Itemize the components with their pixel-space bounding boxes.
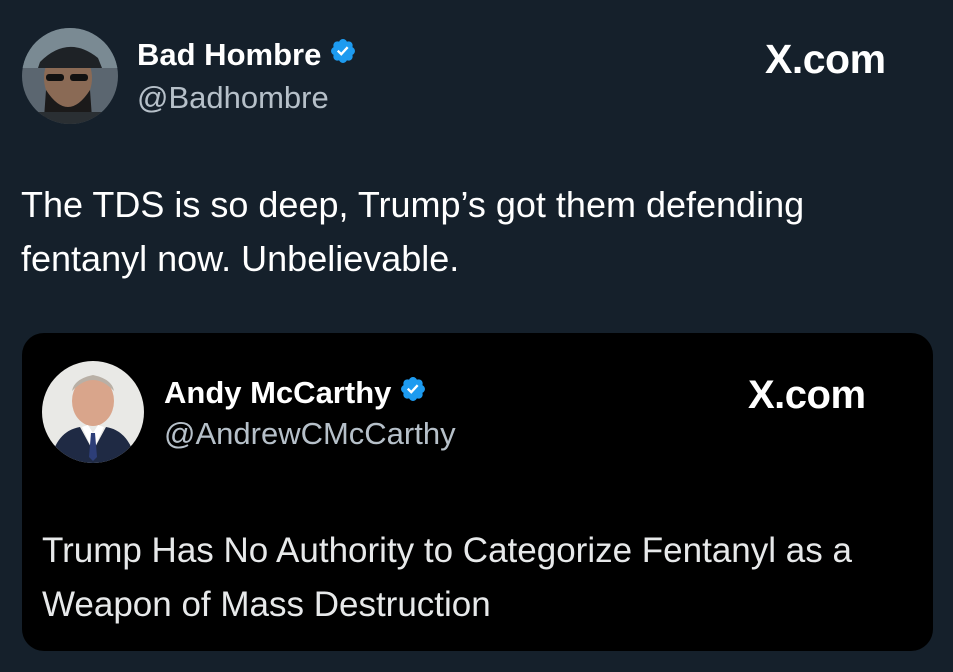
tweet-text: The TDS is so deep, Trump’s got them def… <box>21 184 805 279</box>
quoted-author-handle[interactable]: @AndrewCMcCarthy <box>164 416 456 452</box>
author-handle[interactable]: @Badhombre <box>137 80 329 116</box>
quoted-author-display-name[interactable]: Andy McCarthy <box>164 375 391 411</box>
quoted-tweet-card[interactable]: Andy McCarthy @AndrewCMcCarthy X.com Tru… <box>22 333 933 651</box>
quoted-tweet-text: Trump Has No Authority to Categorize Fen… <box>42 531 852 624</box>
x-logo-brand: X.com <box>765 36 886 82</box>
verified-badge-icon <box>399 375 427 411</box>
author-avatar[interactable] <box>22 28 118 124</box>
tweet-card: Bad Hombre @Badhombre X.com The TDS is s… <box>0 0 953 672</box>
author-display-name[interactable]: Bad Hombre <box>137 37 321 73</box>
quoted-author-name-row[interactable]: Andy McCarthy <box>164 375 427 411</box>
x-logo-brand: X.com <box>748 373 866 417</box>
avatar-photo-icon <box>22 28 118 124</box>
author-name-row[interactable]: Bad Hombre <box>137 37 357 73</box>
avatar-photo-icon <box>42 361 144 463</box>
verified-badge-icon <box>329 37 357 73</box>
quoted-author-avatar[interactable] <box>42 361 144 463</box>
